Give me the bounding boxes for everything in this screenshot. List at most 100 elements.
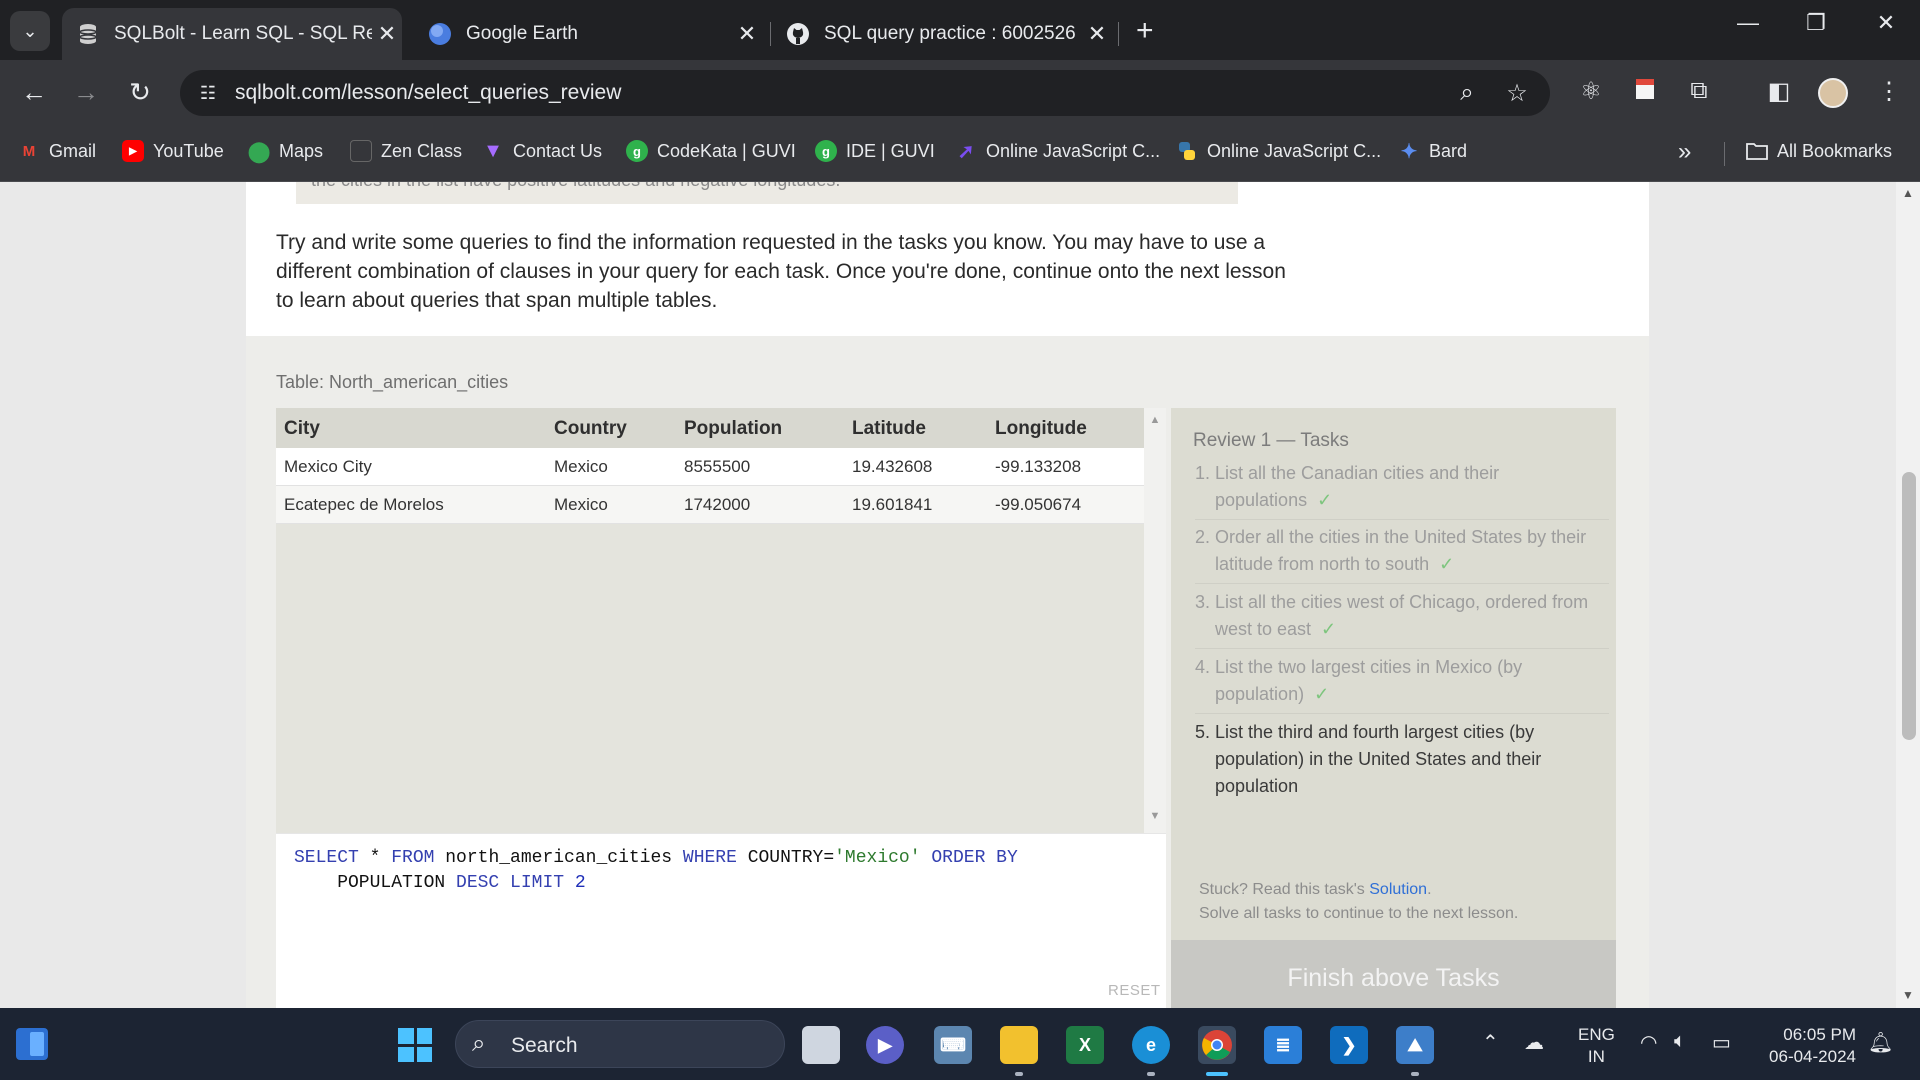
- close-tab-icon[interactable]: ✕: [732, 21, 762, 47]
- bookmark-gmail[interactable]: M Gmail: [18, 140, 96, 162]
- minimize-icon[interactable]: —: [1728, 10, 1768, 36]
- edge-icon[interactable]: e: [1132, 1026, 1170, 1076]
- bookmark-bard[interactable]: ✦ Bard: [1398, 140, 1468, 163]
- table-cell: Ecatepec de Morelos: [284, 495, 444, 514]
- bookmark-label: CodeKata | GUVI: [657, 140, 796, 161]
- bookmark-label: Bard: [1429, 140, 1468, 161]
- tab-separator: [1118, 22, 1119, 46]
- scroll-down-icon[interactable]: ▼: [1144, 810, 1166, 822]
- column-header: Population: [684, 418, 783, 439]
- profile-avatar[interactable]: [1818, 78, 1848, 108]
- note-text: the cities in the list have positive lat…: [311, 182, 840, 191]
- scroll-up-icon[interactable]: ▲: [1896, 186, 1920, 200]
- new-tab-button[interactable]: +: [1136, 14, 1154, 48]
- notepad-icon[interactable]: ≣: [1264, 1026, 1302, 1064]
- tab-sqlbolt[interactable]: SQLBolt - Learn SQL - SQL Revi ✕: [62, 8, 402, 60]
- bookmark-ide-guvi[interactable]: g IDE | GUVI: [815, 140, 935, 162]
- close-window-icon[interactable]: ✕: [1866, 10, 1906, 36]
- language-code: ENG: [1578, 1025, 1615, 1044]
- chevron-down-icon: ⌄: [22, 20, 38, 41]
- react-devtools-icon[interactable]: ⚛: [1574, 77, 1608, 106]
- bookmark-online-js-1[interactable]: ➚ Online JavaScript C...: [955, 140, 1160, 163]
- bookmark-maps[interactable]: ⬤ Maps: [248, 140, 323, 163]
- wifi-icon[interactable]: ◠: [1640, 1030, 1657, 1055]
- column-header: Country: [554, 418, 627, 439]
- zoom-icon[interactable]: ⌕: [1452, 79, 1482, 107]
- back-icon[interactable]: ←: [16, 77, 52, 108]
- guvi-icon: g: [815, 140, 837, 162]
- file-explorer-icon[interactable]: [1000, 1026, 1038, 1076]
- tab-separator: [770, 22, 771, 46]
- tab-title: SQL query practice : 6002526: [824, 23, 1076, 44]
- vscode-icon[interactable]: ❯: [1330, 1026, 1368, 1064]
- close-tab-icon[interactable]: ✕: [1082, 21, 1112, 47]
- url-text: sqlbolt.com/lesson/select_queries_review: [235, 81, 622, 104]
- more-bookmarks-icon[interactable]: »: [1678, 138, 1691, 166]
- notification-bell-icon[interactable]: 🔔︎: [1868, 1030, 1893, 1055]
- menu-kebab-icon[interactable]: ⋮: [1872, 77, 1906, 106]
- restore-icon[interactable]: ❐: [1796, 10, 1836, 36]
- tasks-panel: Review 1 — Tasks 1. List all the Canadia…: [1171, 408, 1616, 1008]
- tab-github[interactable]: SQL query practice : 6002526 ✕: [772, 8, 1112, 60]
- taskbar-search[interactable]: ⌕ Search: [455, 1020, 785, 1068]
- column-header: City: [284, 418, 320, 439]
- js-compiler-icon: ➚: [957, 140, 975, 163]
- system-clock[interactable]: 06:05 PM 06-04-2024: [1756, 1024, 1856, 1068]
- table-cell: Mexico: [554, 457, 608, 476]
- battery-icon[interactable]: ▭: [1712, 1030, 1731, 1055]
- extension-icon[interactable]: [1628, 77, 1662, 108]
- youtube-icon: ▶: [122, 140, 144, 162]
- table-row: Mexico City Mexico 8555500 19.432608 -99…: [276, 448, 1144, 486]
- forward-icon[interactable]: →: [68, 77, 104, 108]
- reload-icon[interactable]: ↻: [122, 77, 158, 108]
- table-scrollbar[interactable]: ▲ ▼: [1144, 408, 1166, 833]
- solution-link[interactable]: Solution: [1369, 881, 1427, 898]
- language-indicator[interactable]: ENG IN: [1578, 1024, 1615, 1068]
- windows-taskbar: ⌕ Search ▶ ⌨ X e ≣ ❯ ⛰ ⌃ ☁ ENG IN ◠ 🔈︎ ▭…: [0, 1008, 1920, 1080]
- bookmark-label: Zen Class: [381, 140, 463, 161]
- bookmark-label: YouTube: [153, 140, 224, 161]
- close-tab-icon[interactable]: ✕: [372, 21, 402, 47]
- bard-icon: ✦: [1400, 140, 1418, 163]
- meet-chat-icon[interactable]: ▶: [866, 1026, 904, 1064]
- bookmark-online-js-2[interactable]: Online JavaScript C...: [1176, 140, 1381, 162]
- bookmark-star-icon[interactable]: ☆: [1502, 79, 1532, 108]
- excel-icon[interactable]: X: [1066, 1026, 1104, 1064]
- task-view-icon[interactable]: [802, 1026, 840, 1064]
- bookmark-zen-class[interactable]: Zen Class: [350, 140, 462, 162]
- side-panel-icon[interactable]: ◧: [1762, 77, 1796, 106]
- volume-icon[interactable]: 🔈︎: [1674, 1030, 1686, 1053]
- lesson-intro: Try and write some queries to find the i…: [276, 231, 1286, 312]
- scroll-up-icon[interactable]: ▲: [1144, 414, 1166, 426]
- google-earth-icon: [428, 22, 452, 46]
- touch-keyboard-icon[interactable]: ⌨: [934, 1026, 972, 1064]
- photos-icon[interactable]: ⛰: [1396, 1026, 1434, 1076]
- onedrive-icon[interactable]: ☁: [1524, 1030, 1544, 1055]
- table-header: City Country Population Latitude Longitu…: [276, 408, 1144, 448]
- bookmark-codekata[interactable]: g CodeKata | GUVI: [626, 140, 796, 162]
- tab-search-button[interactable]: ⌄: [10, 11, 50, 51]
- site-info-icon[interactable]: ☷: [194, 79, 222, 107]
- chrome-icon[interactable]: [1198, 1026, 1236, 1076]
- page-scrollbar[interactable]: ▲ ▼: [1896, 182, 1920, 1008]
- bookmark-label: Contact Us: [513, 140, 603, 161]
- bookmark-contact-us[interactable]: ▼ Contact Us: [482, 140, 602, 162]
- bookmark-youtube[interactable]: ▶ YouTube: [122, 140, 224, 162]
- extensions-puzzle-icon[interactable]: ⧉: [1682, 77, 1716, 105]
- lesson-text-section: the cities in the list have positive lat…: [246, 182, 1649, 336]
- scrollbar-thumb[interactable]: [1902, 472, 1916, 740]
- sql-query[interactable]: SELECT * FROM north_american_cities WHER…: [294, 846, 1018, 896]
- task-item: 1. List all the Canadian cities and thei…: [1195, 460, 1609, 520]
- finish-tasks-button[interactable]: Finish above Tasks: [1171, 940, 1616, 1008]
- widgets-icon[interactable]: [16, 1028, 48, 1060]
- address-bar[interactable]: ☷ sqlbolt.com/lesson/select_queries_revi…: [180, 70, 1550, 116]
- reset-button[interactable]: RESET: [1108, 982, 1161, 999]
- tab-google-earth[interactable]: Google Earth ✕: [414, 8, 762, 60]
- task-text: List the two largest cities in Mexico (b…: [1215, 657, 1523, 704]
- sql-editor[interactable]: SELECT * FROM north_american_cities WHER…: [276, 833, 1166, 1008]
- solve-all-text: Solve all tasks to continue to the next …: [1199, 905, 1519, 922]
- all-bookmarks-button[interactable]: All Bookmarks: [1746, 140, 1892, 162]
- scroll-down-icon[interactable]: ▼: [1896, 988, 1920, 1002]
- start-button[interactable]: [398, 1028, 432, 1062]
- show-hidden-icons[interactable]: ⌃: [1482, 1030, 1499, 1055]
